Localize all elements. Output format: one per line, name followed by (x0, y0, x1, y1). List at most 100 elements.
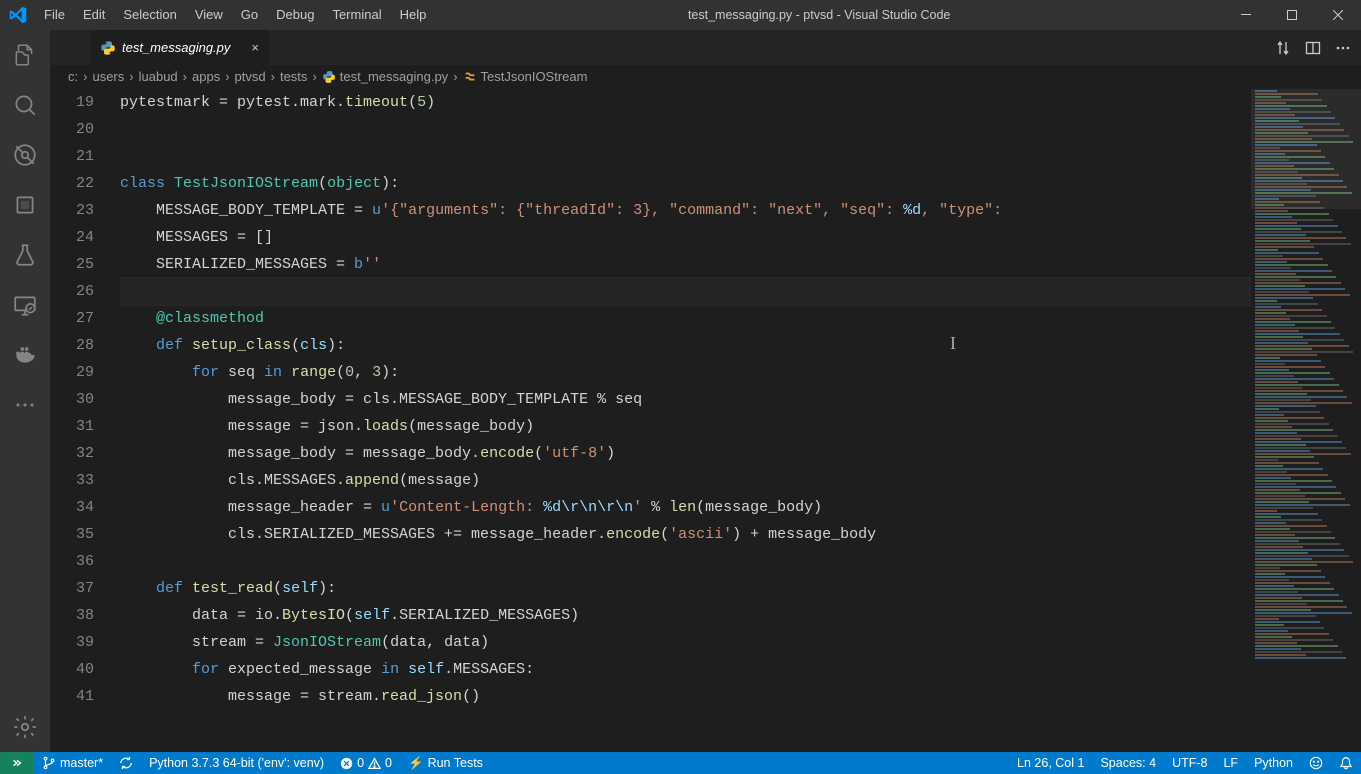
activity-test[interactable] (0, 230, 50, 280)
minimap-line (1255, 282, 1341, 284)
encoding[interactable]: UTF-8 (1164, 752, 1215, 774)
minimize-button[interactable] (1223, 0, 1269, 30)
breadcrumb-item[interactable]: luabud (139, 69, 178, 84)
code-line[interactable]: for seq in range(0, 3): (120, 359, 1251, 386)
minimap[interactable] (1251, 89, 1361, 752)
menu-file[interactable]: File (35, 0, 74, 30)
editor-tab[interactable]: test_messaging.py × (90, 30, 270, 65)
eol[interactable]: LF (1215, 752, 1246, 774)
minimap-line (1255, 237, 1346, 239)
breadcrumb-symbol[interactable]: TestJsonIOStream (463, 69, 588, 84)
code-line[interactable]: def test_read(self): (120, 575, 1251, 602)
minimap-line (1255, 381, 1298, 383)
feedback-icon[interactable] (1301, 752, 1331, 774)
menu-go[interactable]: Go (232, 0, 267, 30)
code-line[interactable]: message = stream.read_json() (120, 683, 1251, 710)
code-line[interactable] (120, 116, 1251, 143)
activity-debug[interactable] (0, 180, 50, 230)
code-line[interactable]: cls.MESSAGES.append(message) (120, 467, 1251, 494)
menu-selection[interactable]: Selection (114, 0, 185, 30)
code-line[interactable]: pytestmark = pytest.mark.timeout(5) (120, 89, 1251, 116)
code-line[interactable] (120, 548, 1251, 575)
minimap-line (1255, 261, 1287, 263)
line-number: 33 (50, 467, 94, 494)
breadcrumb-item[interactable]: ptvsd (235, 69, 266, 84)
code-line[interactable]: @classmethod (120, 305, 1251, 332)
breadcrumb-item[interactable]: c: (68, 69, 78, 84)
branch-name: master* (60, 756, 103, 770)
breadcrumb-item[interactable]: tests (280, 69, 307, 84)
code-line[interactable] (120, 278, 1251, 305)
code-line[interactable]: message_body = cls.MESSAGE_BODY_TEMPLATE… (120, 386, 1251, 413)
remote-indicator[interactable] (0, 752, 34, 774)
activity-docker[interactable] (0, 330, 50, 380)
minimap-line (1255, 522, 1286, 524)
minimap-viewport[interactable] (1251, 89, 1361, 209)
chevron-right-icon: › (310, 69, 318, 84)
activity-settings[interactable] (0, 702, 50, 752)
breadcrumb-item[interactable]: users (92, 69, 124, 84)
code-line[interactable]: message_body = message_body.encode('utf-… (120, 440, 1251, 467)
activity-source-control[interactable] (0, 130, 50, 180)
git-branch[interactable]: master* (34, 752, 111, 774)
cursor-position[interactable]: Ln 26, Col 1 (1009, 752, 1092, 774)
breadcrumbs[interactable]: c:›users›luabud›apps›ptvsd›tests›test_me… (50, 65, 1361, 89)
menu-debug[interactable]: Debug (267, 0, 323, 30)
line-number: 20 (50, 116, 94, 143)
minimap-line (1255, 480, 1332, 482)
code-line[interactable]: MESSAGE_BODY_TEMPLATE = u'{"arguments": … (120, 197, 1251, 224)
menu-edit[interactable]: Edit (74, 0, 114, 30)
sync-button[interactable] (111, 752, 141, 774)
menu-terminal[interactable]: Terminal (323, 0, 390, 30)
tab-close-icon[interactable]: × (251, 40, 259, 55)
chevron-right-icon: › (181, 69, 189, 84)
language-mode[interactable]: Python (1246, 752, 1301, 774)
minimap-line (1255, 477, 1291, 479)
python-interpreter[interactable]: Python 3.7.3 64-bit ('env': venv) (141, 752, 332, 774)
maximize-button[interactable] (1269, 0, 1315, 30)
minimap-line (1255, 378, 1334, 380)
activity-more[interactable] (0, 380, 50, 430)
code-line[interactable]: stream = JsonIOStream(data, data) (120, 629, 1251, 656)
code-line[interactable]: MESSAGES = [] (120, 224, 1251, 251)
activity-search[interactable] (0, 80, 50, 130)
code-line[interactable]: message = json.loads(message_body) (120, 413, 1251, 440)
activity-remote[interactable] (0, 280, 50, 330)
minimap-line (1255, 252, 1319, 254)
tabs-actions (1275, 30, 1361, 65)
code-line[interactable]: def setup_class(cls): (120, 332, 1251, 359)
line-number: 28 (50, 332, 94, 359)
code-line[interactable]: class TestJsonIOStream(object): (120, 170, 1251, 197)
minimap-line (1255, 603, 1307, 605)
code-line[interactable]: cls.SERIALIZED_MESSAGES += message_heade… (120, 521, 1251, 548)
minimap-line (1255, 303, 1318, 305)
minimap-line (1255, 360, 1321, 362)
breadcrumb-file[interactable]: test_messaging.py (322, 69, 448, 84)
split-editor-icon[interactable] (1305, 40, 1321, 56)
code-line[interactable]: message_header = u'Content-Length: %d\r\… (120, 494, 1251, 521)
close-button[interactable] (1315, 0, 1361, 30)
run-tests[interactable]: ⚡ Run Tests (400, 752, 491, 774)
code-line[interactable]: data = io.BytesIO(self.SERIALIZED_MESSAG… (120, 602, 1251, 629)
minimap-line (1255, 606, 1347, 608)
indentation[interactable]: Spaces: 4 (1092, 752, 1164, 774)
notifications-icon[interactable] (1331, 752, 1361, 774)
minimap-line (1255, 357, 1280, 359)
code-line[interactable]: SERIALIZED_MESSAGES = b'' (120, 251, 1251, 278)
minimap-line (1255, 270, 1332, 272)
problems-indicator[interactable]: 0 0 (332, 752, 400, 774)
minimap-line (1255, 489, 1300, 491)
code-line[interactable]: for expected_message in self.MESSAGES: (120, 656, 1251, 683)
more-actions-icon[interactable] (1335, 40, 1351, 56)
menu-help[interactable]: Help (391, 0, 436, 30)
compare-changes-icon[interactable] (1275, 40, 1291, 56)
code-line[interactable] (120, 143, 1251, 170)
breadcrumb-item[interactable]: apps (192, 69, 220, 84)
minimap-line (1255, 435, 1338, 437)
menu-view[interactable]: View (186, 0, 232, 30)
activity-explorer[interactable] (0, 30, 50, 80)
code-content[interactable]: pytestmark = pytest.mark.timeout(5) class… (120, 89, 1251, 752)
minimap-line (1255, 240, 1310, 242)
minimap-line (1255, 414, 1284, 416)
minimap-line (1255, 456, 1314, 458)
